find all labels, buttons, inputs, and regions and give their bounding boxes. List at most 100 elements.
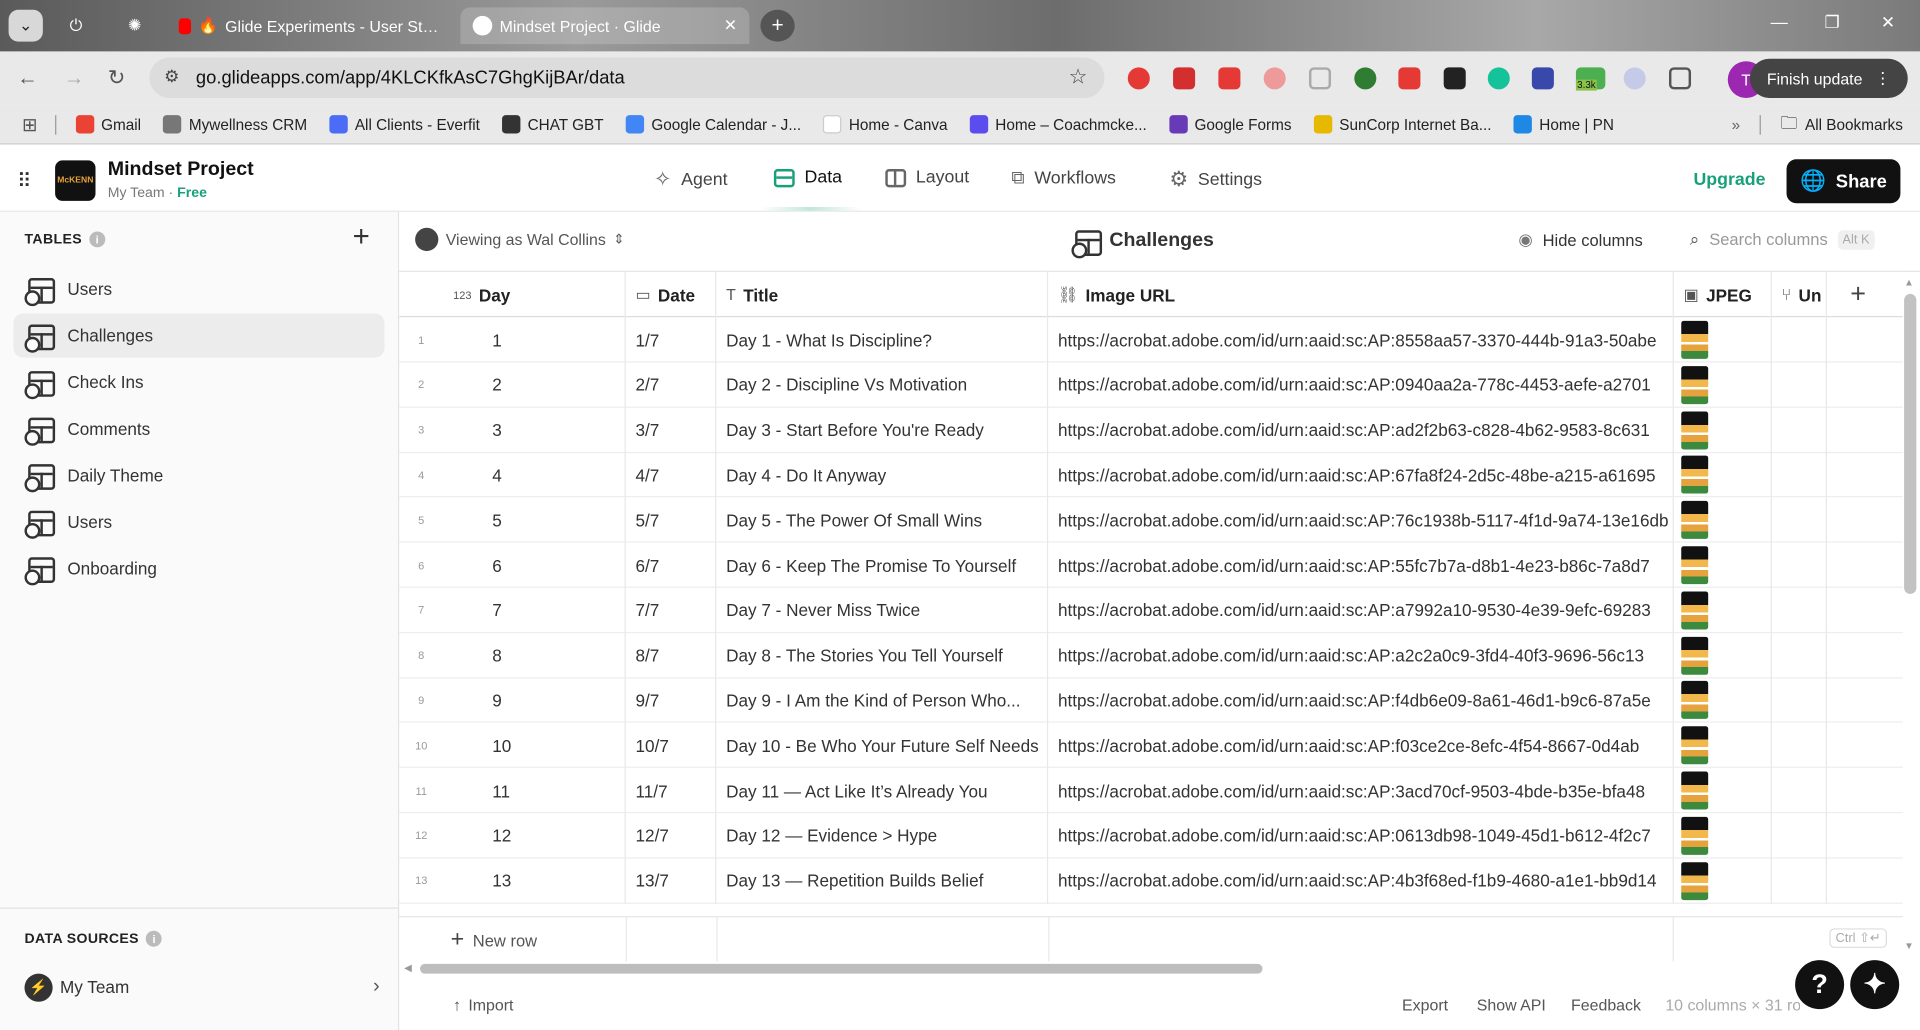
un-cell[interactable] bbox=[1772, 407, 1827, 453]
table-row[interactable]: 8 8 8/7 Day 8 - The Stories You Tell Yourse… bbox=[399, 632, 1903, 678]
close-window-icon[interactable]: ✕ bbox=[1881, 12, 1895, 33]
add-table-button[interactable]: + bbox=[353, 220, 370, 254]
title-cell[interactable]: Day 4 - Do It Anyway bbox=[716, 452, 1049, 498]
search-columns[interactable]: ⌕ Search columns Alt K bbox=[1690, 229, 1875, 250]
extension-pdf-icon[interactable] bbox=[1218, 67, 1241, 90]
day-cell[interactable]: 11 bbox=[443, 767, 626, 814]
image-thumbnail[interactable] bbox=[1681, 726, 1709, 765]
import-button[interactable]: ↑ Import bbox=[453, 996, 513, 1014]
un-cell[interactable] bbox=[1772, 632, 1827, 678]
jpeg-cell[interactable] bbox=[1674, 677, 1772, 724]
image-thumbnail[interactable] bbox=[1681, 546, 1709, 585]
bookmark-item[interactable]: All Clients - Everfit bbox=[329, 115, 480, 134]
extension-logo-icon[interactable] bbox=[1443, 67, 1466, 90]
ai-assistant-button[interactable]: ✦ bbox=[1850, 960, 1900, 1010]
scroll-down-icon[interactable]: ▼ bbox=[1904, 941, 1914, 952]
upgrade-button[interactable]: Upgrade bbox=[1693, 170, 1765, 190]
viewing-as-selector[interactable]: Viewing as Wal Collins ⇕ bbox=[415, 227, 624, 252]
all-bookmarks[interactable]: 🗀 All Bookmarks bbox=[1781, 110, 1903, 139]
pinned-tab-2[interactable]: ✺ bbox=[118, 10, 152, 42]
nav-tab-settings[interactable]: ⚙ Settings bbox=[1169, 168, 1262, 192]
day-cell[interactable]: 5 bbox=[443, 497, 626, 543]
image-url-cell[interactable]: https://acrobat.adobe.com/id/urn:aaid:sc… bbox=[1048, 452, 1674, 498]
jpeg-cell[interactable] bbox=[1674, 542, 1772, 588]
column-header[interactable]: T Title bbox=[716, 271, 1049, 318]
image-thumbnail[interactable] bbox=[1681, 816, 1709, 855]
image-url-cell[interactable]: https://acrobat.adobe.com/id/urn:aaid:sc… bbox=[1048, 858, 1674, 904]
sidebar-table-item[interactable]: Daily Theme bbox=[13, 453, 384, 497]
table-row[interactable]: 1 1 1/7 Day 1 - What Is Discipline? https://… bbox=[399, 317, 1903, 363]
day-cell[interactable]: 6 bbox=[443, 542, 626, 588]
un-cell[interactable] bbox=[1772, 858, 1827, 904]
day-cell[interactable]: 7 bbox=[443, 587, 626, 633]
extension-video-icon[interactable] bbox=[1173, 67, 1196, 90]
image-thumbnail[interactable] bbox=[1681, 456, 1709, 495]
un-cell[interactable] bbox=[1772, 317, 1827, 363]
bookmark-item[interactable]: Home – Coachmcke... bbox=[969, 115, 1147, 134]
nav-tab-workflows[interactable]: ⧉ Workflows bbox=[1011, 168, 1115, 189]
date-cell[interactable]: 9/7 bbox=[626, 677, 717, 724]
table-row[interactable]: 10 10 10/7 Day 10 - Be Who Your Future Self… bbox=[399, 722, 1903, 769]
jpeg-cell[interactable] bbox=[1674, 317, 1772, 363]
title-cell[interactable]: Day 3 - Start Before You're Ready bbox=[716, 407, 1049, 453]
scroll-up-icon[interactable]: ▲ bbox=[1904, 277, 1914, 288]
un-cell[interactable] bbox=[1772, 677, 1827, 724]
extensions-puzzle-icon[interactable] bbox=[1668, 67, 1692, 90]
image-thumbnail[interactable] bbox=[1681, 861, 1709, 900]
sidebar-table-item[interactable]: Check Ins bbox=[13, 360, 384, 404]
scroll-left-icon[interactable]: ◀ bbox=[404, 963, 412, 974]
new-row-button[interactable]: + New row bbox=[451, 927, 537, 954]
table-row[interactable]: 9 9 9/7 Day 9 - I Am the Kind of Person Who… bbox=[399, 677, 1903, 724]
jpeg-cell[interactable] bbox=[1674, 858, 1772, 904]
title-cell[interactable]: Day 5 - The Power Of Small Wins bbox=[716, 497, 1049, 543]
date-cell[interactable]: 2/7 bbox=[626, 362, 717, 408]
bookmark-item[interactable]: Google Forms bbox=[1168, 115, 1291, 134]
add-column-button[interactable]: + bbox=[1850, 278, 1866, 310]
address-bar[interactable]: ⚙ go.glideapps.com/app/4KLCKfkAsC7GhgKij… bbox=[149, 57, 1105, 98]
title-cell[interactable]: Day 13 — Repetition Builds Belief bbox=[716, 858, 1049, 904]
column-header[interactable]: ▣ JPEG bbox=[1674, 271, 1772, 318]
show-api-button[interactable]: Show API bbox=[1477, 996, 1546, 1014]
share-button[interactable]: 🌐 Share bbox=[1786, 159, 1901, 204]
date-cell[interactable]: 11/7 bbox=[626, 767, 717, 814]
title-cell[interactable]: Day 1 - What Is Discipline? bbox=[716, 317, 1049, 363]
hide-columns-button[interactable]: ◉ Hide columns bbox=[1518, 230, 1642, 250]
date-cell[interactable]: 6/7 bbox=[626, 542, 717, 588]
export-button[interactable]: Export bbox=[1402, 996, 1448, 1014]
extension-pin-icon[interactable] bbox=[1623, 67, 1646, 90]
day-cell[interactable]: 10 bbox=[443, 722, 626, 769]
sidebar-table-item[interactable]: Challenges bbox=[13, 313, 385, 358]
extension-evernote-icon[interactable] bbox=[1354, 67, 1377, 90]
bookmark-item[interactable]: Mywellness CRM bbox=[163, 115, 307, 134]
jpeg-cell[interactable] bbox=[1674, 722, 1772, 769]
bookmark-item[interactable]: SunCorp Internet Ba... bbox=[1313, 115, 1492, 134]
image-url-cell[interactable]: https://acrobat.adobe.com/id/urn:aaid:sc… bbox=[1048, 407, 1674, 453]
image-url-cell[interactable]: https://acrobat.adobe.com/id/urn:aaid:sc… bbox=[1048, 677, 1674, 724]
day-cell[interactable]: 9 bbox=[443, 677, 626, 724]
table-row[interactable]: 4 4 4/7 Day 4 - Do It Anyway https://acrobat… bbox=[399, 452, 1903, 498]
image-thumbnail[interactable] bbox=[1681, 771, 1709, 810]
browser-tab-glide-experiments[interactable]: 🔥 Glide Experiments - User St… bbox=[167, 7, 451, 44]
forward-icon[interactable]: → bbox=[64, 66, 85, 90]
day-cell[interactable]: 4 bbox=[443, 452, 626, 498]
apps-grid-icon[interactable]: ⊞ bbox=[22, 113, 37, 136]
extension-counter-icon[interactable]: 3.3k bbox=[1575, 67, 1606, 91]
date-cell[interactable]: 1/7 bbox=[626, 317, 717, 363]
bookmark-item[interactable]: Home | PN bbox=[1513, 115, 1614, 134]
title-cell[interactable]: Day 8 - The Stories You Tell Yourself bbox=[716, 632, 1049, 678]
title-cell[interactable]: Day 7 - Never Miss Twice bbox=[716, 587, 1049, 633]
maximize-icon[interactable]: ❐ bbox=[1825, 12, 1840, 33]
day-cell[interactable]: 12 bbox=[443, 812, 626, 859]
title-cell[interactable]: Day 6 - Keep The Promise To Yourself bbox=[716, 542, 1049, 588]
extension-adblock-icon[interactable] bbox=[1127, 67, 1150, 90]
horizontal-scrollbar[interactable] bbox=[420, 963, 1263, 974]
table-row[interactable]: 6 6 6/7 Day 6 - Keep The Promise To Yoursel… bbox=[399, 542, 1903, 588]
sidebar-table-item[interactable]: Users bbox=[13, 500, 384, 544]
image-thumbnail[interactable] bbox=[1681, 365, 1709, 404]
app-logo[interactable]: McKENN bbox=[55, 160, 96, 201]
nav-tab-layout[interactable]: Layout bbox=[885, 168, 969, 187]
day-cell[interactable]: 1 bbox=[443, 317, 626, 363]
table-row[interactable]: 7 7 7/7 Day 7 - Never Miss Twice https://acr… bbox=[399, 587, 1903, 633]
bookmark-item[interactable]: Gmail bbox=[75, 115, 141, 134]
un-cell[interactable] bbox=[1772, 767, 1827, 814]
